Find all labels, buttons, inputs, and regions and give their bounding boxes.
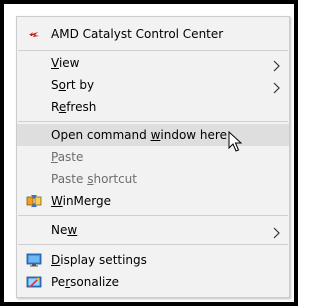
mouse-pointer-icon: [228, 130, 243, 153]
menu-item-label: Open command window here: [51, 128, 227, 142]
menu-item-paste-shortcut[interactable]: Paste shortcut: [17, 168, 289, 190]
menu-item-personalize[interactable]: Personalize: [17, 271, 289, 293]
menu-item-winmerge[interactable]: WinMerge: [17, 190, 289, 212]
chevron-right-icon: [271, 224, 281, 239]
chevron-right-icon: [271, 79, 281, 94]
menu-item-label: WinMerge: [51, 194, 112, 208]
menu-item-new[interactable]: New: [17, 219, 289, 241]
desktop-context-menu: AMD Catalyst Control Center View Sort by…: [16, 16, 290, 298]
menu-item-open-command-window[interactable]: Open command window here: [17, 124, 289, 146]
personalize-icon: [26, 274, 42, 290]
menu-item-display-settings[interactable]: Display settings: [17, 249, 289, 271]
menu-item-amd-catalyst[interactable]: AMD Catalyst Control Center: [17, 23, 289, 45]
menu-item-label: AMD Catalyst Control Center: [51, 27, 224, 41]
menu-item-label: View: [51, 56, 80, 70]
menu-separator: [18, 121, 288, 122]
menu-item-label: Sort by: [51, 78, 95, 92]
menu-item-label: Personalize: [51, 275, 120, 289]
menu-separator: [18, 244, 288, 245]
amd-catalyst-icon: [26, 26, 42, 42]
menu-item-label: Paste: [51, 150, 84, 164]
screenshot-frame: AMD Catalyst Control Center View Sort by…: [0, 0, 298, 306]
menu-item-label: Display settings: [51, 253, 147, 267]
menu-item-label: Paste shortcut: [51, 172, 137, 186]
menu-separator: [18, 50, 288, 51]
menu-item-label: New: [51, 223, 78, 237]
menu-item-refresh[interactable]: Refresh: [17, 96, 289, 118]
winmerge-icon: [26, 193, 42, 209]
menu-item-paste[interactable]: Paste: [17, 146, 289, 168]
chevron-right-icon: [271, 57, 281, 72]
menu-item-view[interactable]: View: [17, 52, 289, 74]
menu-item-sort-by[interactable]: Sort by: [17, 74, 289, 96]
menu-separator: [18, 215, 288, 216]
menu-item-label: Refresh: [51, 100, 97, 114]
display-settings-icon: [26, 252, 42, 268]
